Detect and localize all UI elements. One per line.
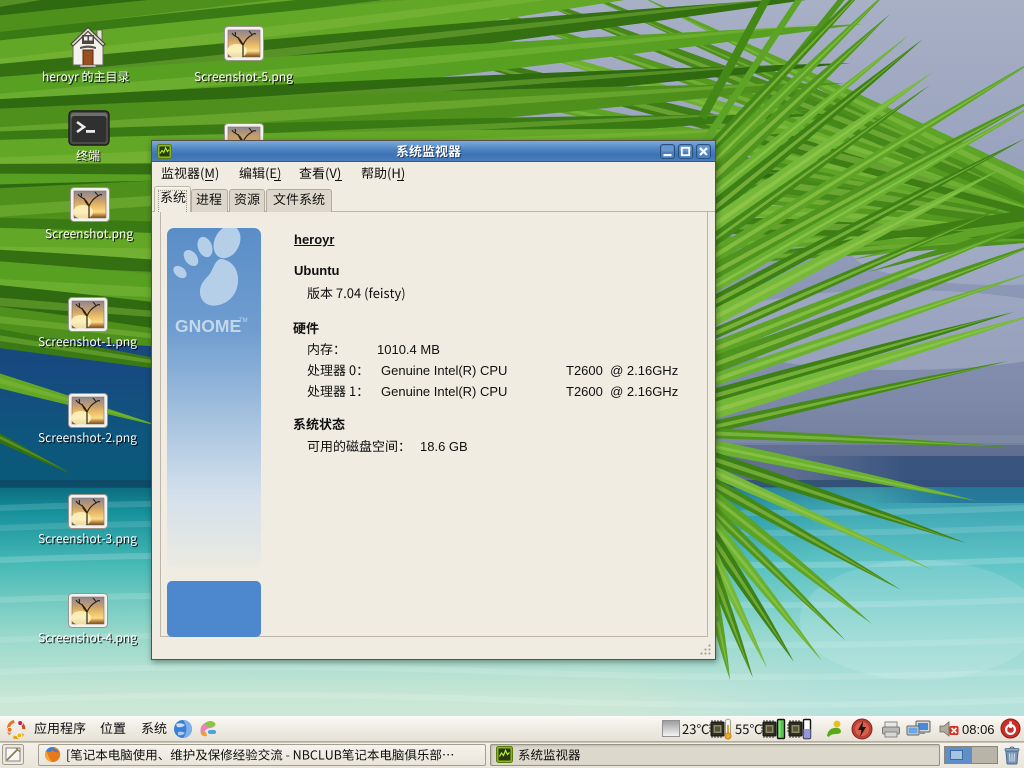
svg-text:TM: TM	[239, 318, 248, 324]
svg-text:GNOME: GNOME	[175, 316, 241, 336]
